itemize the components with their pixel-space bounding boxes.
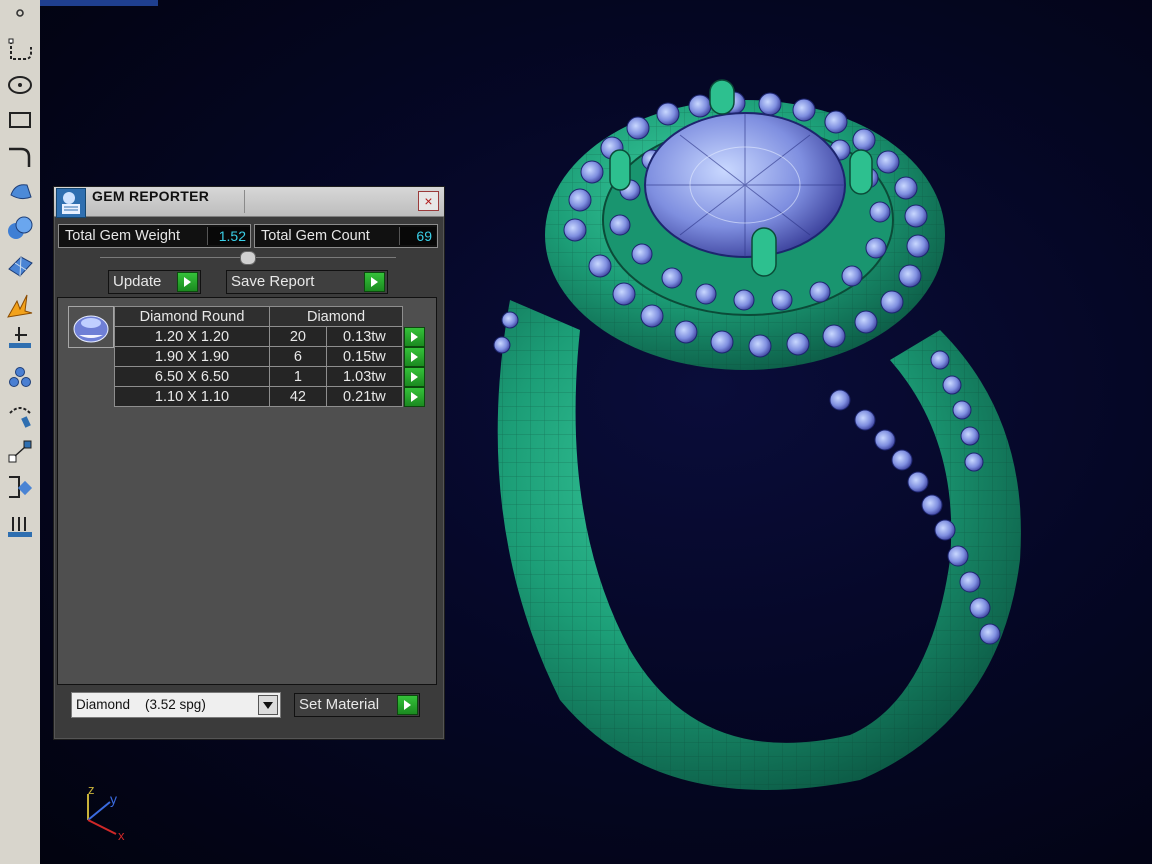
row-select-arrow-icon[interactable]: [404, 326, 425, 347]
row-size: 1.10 X 1.10: [114, 386, 270, 407]
transform-icon[interactable]: [4, 472, 36, 504]
axis-y-label: y: [110, 791, 117, 807]
total-gem-weight-value: 1.52: [207, 227, 250, 245]
column-header-shape: Diamond Round: [114, 306, 270, 327]
total-gem-weight-label: Total Gem Weight: [65, 228, 180, 244]
rotate-icon[interactable]: [4, 400, 36, 432]
table-row[interactable]: 1.20 X 1.20 20 0.13tw: [114, 326, 425, 347]
set-material-button[interactable]: Set Material: [294, 693, 420, 717]
gem-table: Diamond Round Diamond 1.20 X 1.20 20 0.1…: [114, 306, 425, 407]
gem-reporter-icon: [56, 188, 86, 218]
row-size: 6.50 X 6.50: [114, 366, 270, 387]
panel-title: GEM REPORTER: [92, 188, 210, 204]
gem-reporter-panel: GEM REPORTER × Total Gem Weight 1.52 Tot…: [53, 186, 445, 740]
solid-icon[interactable]: [4, 212, 36, 244]
row-count: 42: [269, 386, 327, 407]
update-button-label: Update: [113, 273, 162, 290]
title-separator: [244, 190, 245, 213]
row-size: 1.20 X 1.20: [114, 326, 270, 347]
circle-icon[interactable]: [4, 68, 36, 100]
material-select[interactable]: Diamond (3.52 spg): [71, 692, 281, 718]
surface-icon[interactable]: [4, 176, 36, 208]
play-arrow-icon: [364, 272, 385, 292]
row-select-arrow-icon[interactable]: [404, 366, 425, 387]
point-icon[interactable]: [4, 2, 36, 34]
mesh-icon[interactable]: [4, 250, 36, 282]
table-row[interactable]: 1.90 X 1.90 6 0.15tw: [114, 346, 425, 367]
panel-title-bar[interactable]: GEM REPORTER ×: [54, 187, 444, 218]
row-size: 1.90 X 1.90: [114, 346, 270, 367]
play-arrow-icon: [397, 695, 418, 715]
material-select-value: Diamond (3.52 spg): [76, 697, 206, 712]
diamond-round-thumbnail[interactable]: [68, 306, 114, 348]
row-weight: 0.13tw: [325, 326, 404, 347]
table-row[interactable]: 6.50 X 6.50 1 1.03tw: [114, 366, 425, 387]
row-weight: 0.15tw: [325, 346, 404, 367]
array-icon[interactable]: [4, 510, 36, 542]
dimension-icon[interactable]: [4, 322, 36, 354]
total-gem-count-value: 69: [399, 227, 436, 245]
row-count: 20: [269, 326, 327, 347]
total-gem-count-box: Total Gem Count 69: [254, 224, 438, 248]
save-report-button-label: Save Report: [231, 273, 315, 290]
fillet-icon[interactable]: [4, 140, 36, 172]
gems-icon[interactable]: [4, 362, 36, 394]
chevron-down-icon[interactable]: [258, 695, 278, 715]
update-button[interactable]: Update: [108, 270, 201, 294]
axis-gizmo: z y x: [87, 782, 125, 843]
save-report-button[interactable]: Save Report: [226, 270, 388, 294]
table-header-row: Diamond Round Diamond: [114, 306, 425, 327]
curve-icon[interactable]: [4, 34, 36, 66]
total-gem-weight-box: Total Gem Weight 1.52: [58, 224, 251, 248]
scale-icon[interactable]: [4, 436, 36, 468]
column-header-material: Diamond: [269, 306, 403, 327]
splitter-handle[interactable]: [240, 251, 256, 265]
render-icon[interactable]: [4, 290, 36, 322]
row-count: 1: [269, 366, 327, 387]
row-count: 6: [269, 346, 327, 367]
row-weight: 0.21tw: [325, 386, 404, 407]
table-row[interactable]: 1.10 X 1.10 42 0.21tw: [114, 386, 425, 407]
play-arrow-icon: [177, 272, 198, 292]
axis-x-label: x: [118, 828, 125, 843]
gem-list-area: Diamond Round Diamond 1.20 X 1.20 20 0.1…: [57, 297, 437, 685]
left-toolbar: [0, 0, 41, 864]
set-material-button-label: Set Material: [299, 696, 380, 713]
viewport-tab[interactable]: [40, 0, 158, 6]
row-select-arrow-icon[interactable]: [404, 346, 425, 367]
rectangle-icon[interactable]: [4, 104, 36, 136]
close-button[interactable]: ×: [418, 191, 439, 211]
total-gem-count-label: Total Gem Count: [261, 228, 370, 244]
row-select-arrow-icon[interactable]: [404, 386, 425, 407]
axis-z-label: z: [88, 782, 95, 797]
row-weight: 1.03tw: [325, 366, 404, 387]
